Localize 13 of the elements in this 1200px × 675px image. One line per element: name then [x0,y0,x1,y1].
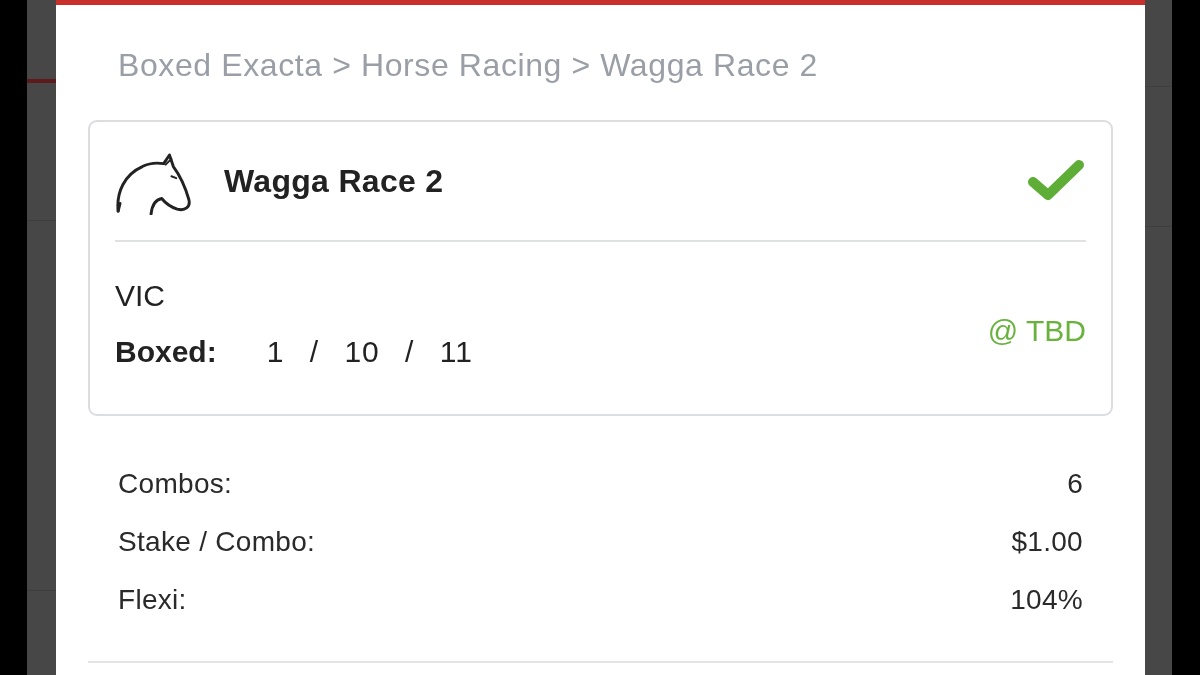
selection-runners: 1 / 10 / 11 [266,335,473,369]
summary-value: $1.00 [1011,526,1083,558]
summary-label: Combos: [118,468,233,500]
summary-value: 104% [1010,584,1083,616]
race-title: Wagga Race 2 [224,162,445,200]
race-state: VIC [115,278,166,314]
breadcrumb: Boxed Exacta > Horse Racing > Wagga Race 2 [117,46,819,85]
selection-label: Boxed: [115,334,217,370]
odds-text: @ TBD [987,314,1086,348]
summary-value: 6 [1067,468,1083,500]
horse-head-icon [115,153,191,215]
summary-label: Flexi: [118,584,187,616]
summary-label: Stake / Combo: [118,526,316,558]
